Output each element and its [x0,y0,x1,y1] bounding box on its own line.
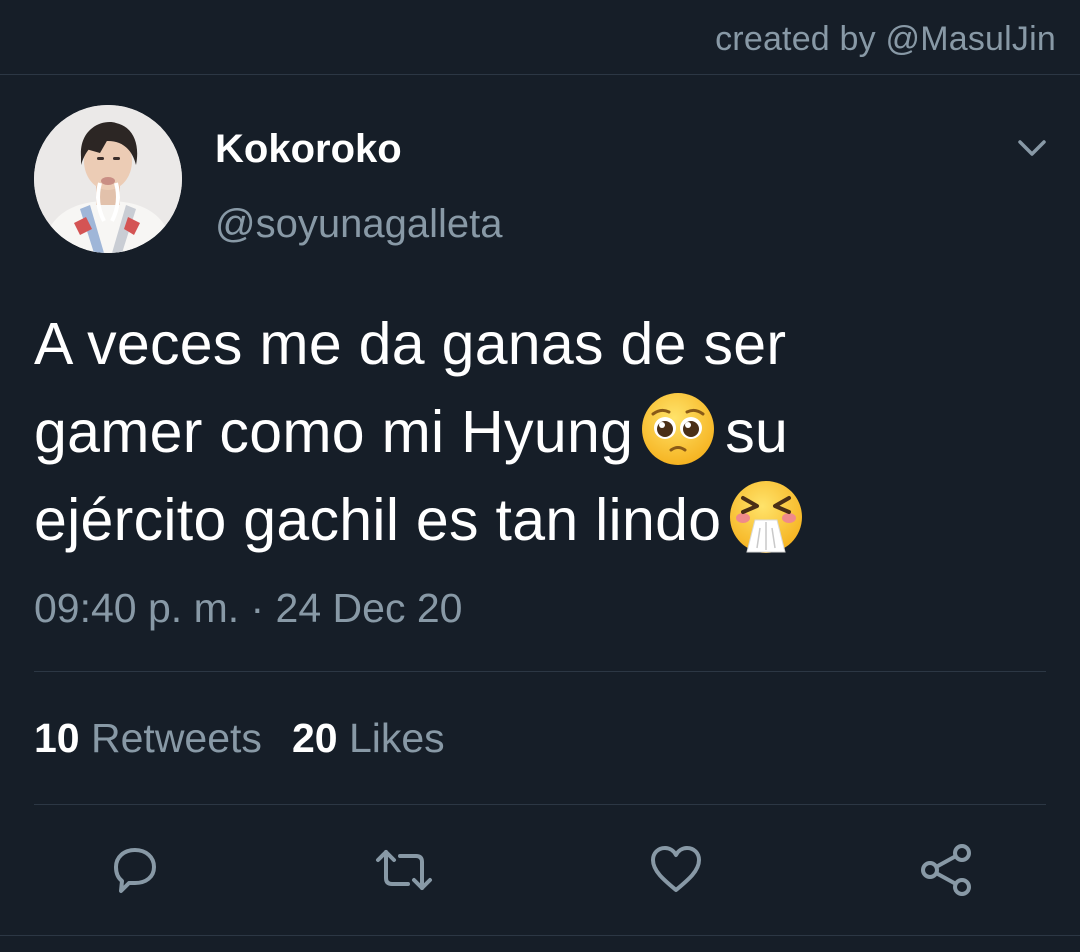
display-name[interactable]: Kokoroko [215,127,402,172]
retweet-icon[interactable] [374,840,434,900]
tweet-text: A veces me da ganas de ser gamer como mi… [34,300,1044,564]
divider-bottom [34,804,1046,805]
credit-text: created by @MasulJin [715,20,1056,58]
credit-bar: created by @MasulJin [0,0,1080,75]
tweet-line-2: gamer como mi Hyung su [34,388,1044,476]
tweet-line-3-text: ejército gachil es tan lindo [34,487,722,553]
avatar[interactable] [34,105,182,253]
likes-stat[interactable]: 20 Likes [292,715,445,762]
retweets-stat[interactable]: 10 Retweets [34,715,262,762]
user-handle[interactable]: @soyunagalleta [215,202,502,247]
likes-count: 20 [291,715,338,761]
sneezing-face-emoji [727,478,805,556]
retweets-label: Retweets [91,715,262,761]
engagement-stats: 10 Retweets 20 Likes [34,715,475,762]
pleading-face-emoji [639,390,717,468]
bottom-divider [0,935,1080,936]
tweet-timestamp[interactable]: 09:40 p. m. · 24 Dec 20 [34,585,462,632]
likes-label: Likes [348,715,445,761]
divider-top [34,671,1046,672]
tweet-line-2-tail: su [725,399,789,465]
tweet-line-1: A veces me da ganas de ser [34,311,787,377]
retweets-count: 10 [34,715,80,761]
tweet-line-3: ejército gachil es tan lindo [34,476,1044,564]
tweet-line-2-text: gamer como mi Hyung [34,399,634,465]
reply-icon[interactable] [104,840,164,900]
like-icon[interactable] [646,840,706,900]
share-icon[interactable] [916,840,976,900]
chevron-down-icon[interactable] [1012,128,1052,168]
